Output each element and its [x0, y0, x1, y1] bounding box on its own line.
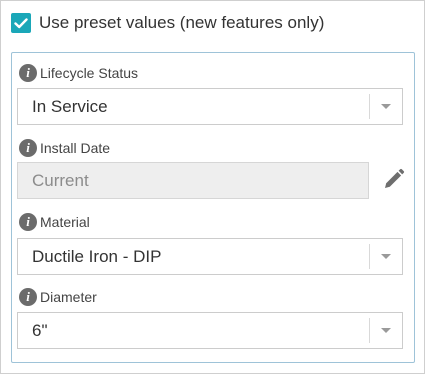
material-value: Ductile Iron - DIP	[32, 247, 162, 266]
chevron-down-icon[interactable]	[381, 254, 391, 259]
preset-values-label: Use preset values (new features only)	[39, 13, 325, 32]
info-icon[interactable]: i	[19, 213, 37, 231]
diameter-label: Diameter	[40, 289, 97, 305]
dropdown-divider	[369, 244, 370, 269]
preset-values-option[interactable]: Use preset values (new features only)	[11, 11, 324, 35]
dropdown-divider	[369, 94, 370, 119]
diameter-value: 6"	[32, 321, 48, 340]
dropdown-divider	[369, 318, 370, 343]
install-date-field: Current	[17, 162, 369, 199]
edit-install-date-button[interactable]	[380, 167, 406, 193]
lifecycle-status-dropdown[interactable]: In Service	[17, 88, 403, 125]
chevron-down-icon[interactable]	[381, 328, 391, 333]
preset-values-checkbox[interactable]	[11, 13, 31, 33]
field-label-material: i Material	[19, 212, 90, 232]
diameter-dropdown[interactable]: 6"	[17, 312, 403, 349]
install-date-label: Install Date	[40, 140, 111, 156]
checkmark-icon	[14, 17, 28, 28]
field-label-lifecycle-status: i Lifecycle Status	[19, 63, 138, 83]
lifecycle-status-value: In Service	[32, 97, 108, 116]
material-dropdown[interactable]: Ductile Iron - DIP	[17, 238, 403, 275]
pencil-icon	[385, 168, 405, 188]
lifecycle-status-label: Lifecycle Status	[40, 65, 139, 81]
info-icon[interactable]: i	[19, 288, 37, 306]
info-icon[interactable]: i	[19, 64, 37, 82]
info-icon[interactable]: i	[19, 139, 37, 157]
install-date-value: Current	[32, 171, 89, 190]
preset-fields-panel: i Lifecycle Status In Service i Install …	[11, 52, 415, 363]
material-label: Material	[40, 214, 90, 230]
preset-values-dialog: Use preset values (new features only) i …	[0, 0, 425, 374]
field-label-install-date: i Install Date	[19, 138, 110, 158]
chevron-down-icon[interactable]	[381, 104, 391, 109]
field-label-diameter: i Diameter	[19, 287, 97, 307]
